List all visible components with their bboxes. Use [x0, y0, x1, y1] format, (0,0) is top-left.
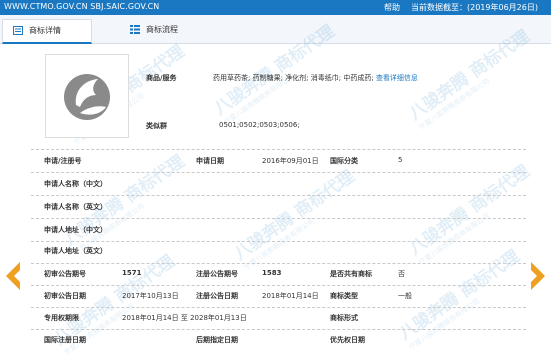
watermark: 八骏奔腾 商标代理宁夏八骏奔腾商务有限公司: [405, 161, 534, 267]
row-divider: [31, 329, 526, 330]
shared-label: 是否共有商标: [330, 270, 372, 278]
watermark: 八骏奔腾 商标代理宁夏八骏奔腾商务有限公司: [395, 246, 524, 352]
next-arrow-icon[interactable]: [531, 262, 545, 290]
trademark-logo-graphic: [64, 74, 110, 120]
type-value: 一般: [398, 292, 412, 300]
data-date: 当前数据截至：(2019年06月26日): [411, 3, 538, 12]
prelim-date-value: 2017年10月13日: [122, 292, 179, 300]
reg-pub-no-value: 1583: [262, 269, 282, 277]
similar-group-value: 0501;0502;0503;0506;: [219, 121, 300, 129]
view-details-link[interactable]: 查看详细信息: [376, 74, 418, 82]
address-cn-label: 申请人地址（中文）: [44, 226, 107, 234]
prelim-date-label: 初审公告日期: [44, 292, 86, 300]
row-divider: [31, 218, 526, 219]
applicant-cn-label: 申请人名称（中文）: [44, 180, 107, 188]
applicant-en-label: 申请人名称（英文）: [44, 203, 107, 211]
goods-value: 药用草药茶; 药制糖果; 净化剂; 消毒纸巾; 中药成药; 查看详细信息: [213, 74, 418, 82]
row-divider: [31, 285, 526, 286]
priority-date-label: 优先权日期: [330, 336, 365, 344]
row-divider: [31, 263, 526, 264]
reg-no-label: 申请/注册号: [44, 157, 82, 165]
type-label: 商标类型: [330, 292, 358, 300]
reg-pub-no-label: 注册公告期号: [196, 270, 238, 278]
later-date-label: 后期指定日期: [196, 336, 238, 344]
class-value: 5: [398, 156, 403, 164]
previous-arrow-icon[interactable]: [6, 262, 20, 290]
tab-trademark-process[interactable]: 商标流程: [120, 19, 208, 41]
trademark-logo-image: [45, 54, 129, 138]
address-en-label: 申请人地址（英文）: [44, 247, 107, 255]
goods-label: 商品/服务: [146, 74, 177, 82]
row-divider: [31, 241, 526, 242]
tab-trademark-details[interactable]: 商标详情: [2, 19, 92, 44]
reg-pub-date-label: 注册公告日期: [196, 292, 238, 300]
row-divider: [31, 149, 526, 150]
row-divider: [31, 307, 526, 308]
form-label: 商标形式: [330, 314, 358, 322]
exclusive-value: 2018年01月14日 至 2028年01月13日: [122, 314, 247, 322]
top-bar: WWW.CTMO.GOV.CN SBJ.SAIC.GOV.CN 帮助 当前数据截…: [0, 0, 551, 15]
apply-date-label: 申请日期: [196, 157, 224, 165]
intl-reg-date-label: 国际注册日期: [44, 336, 86, 344]
prelim-no-value: 1571: [122, 269, 142, 277]
prelim-no-label: 初审公告期号: [44, 270, 86, 278]
site-urls: WWW.CTMO.GOV.CN SBJ.SAIC.GOV.CN: [4, 2, 160, 11]
row-divider: [31, 195, 526, 196]
class-label: 国际分类: [330, 157, 358, 165]
row-divider: [31, 172, 526, 173]
document-icon: [13, 26, 23, 35]
tab-bar: 商标详情 商标流程: [0, 15, 551, 44]
similar-group-label: 类似群: [146, 122, 167, 130]
tab-label: 商标详情: [29, 26, 61, 35]
help-link[interactable]: 帮助: [384, 2, 400, 13]
exclusive-label: 专用权期限: [44, 314, 79, 322]
shared-value: 否: [398, 270, 405, 278]
apply-date-value: 2016年09月01日: [262, 157, 319, 165]
list-icon: [130, 25, 140, 34]
reg-pub-date-value: 2018年01月14日: [262, 292, 319, 300]
